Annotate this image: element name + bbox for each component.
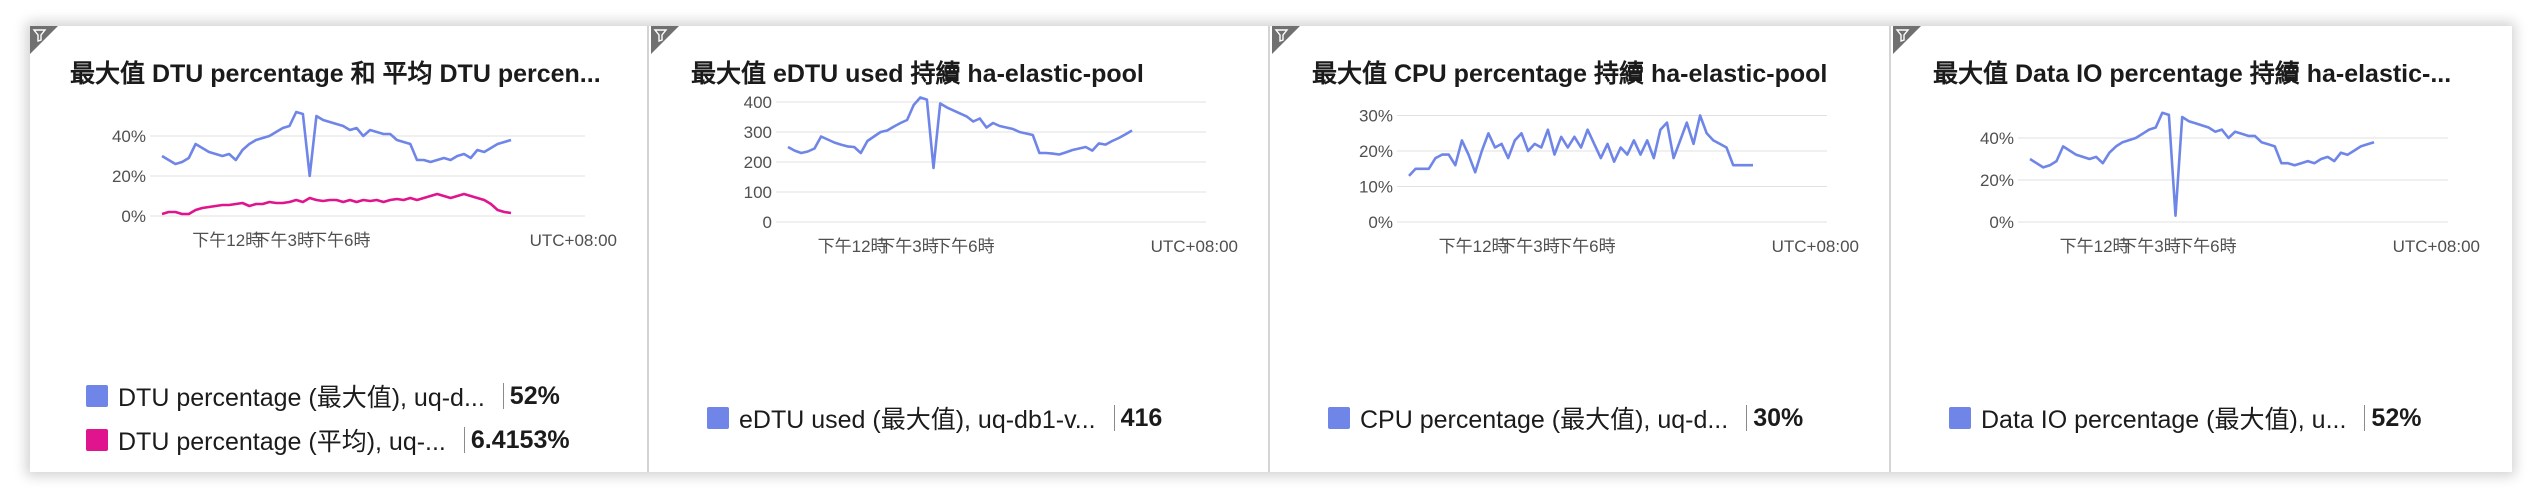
- x-tick-label: 下午3時: [254, 231, 314, 250]
- timezone-label: UTC+08:00: [1772, 237, 1859, 256]
- y-tick-label: 40%: [112, 127, 146, 146]
- legend-swatch: [1328, 407, 1350, 429]
- x-tick-label: 下午6時: [2176, 237, 2236, 256]
- dashboard-tile-strip: 最大值 DTU percentage 和 平均 DTU percen... 0%…: [30, 26, 2512, 472]
- legend-value: 52%: [509, 381, 560, 410]
- legend-item[interactable]: Data IO percentage (最大值), u... 52%: [1949, 396, 2421, 440]
- legend-label: DTU percentage (平均), uq-...: [118, 428, 446, 456]
- line-chart[interactable]: 0% 20% 40% 下午12時下午3時下午6時 UTC+08:00: [1893, 26, 2512, 356]
- legend-label: Data IO percentage (最大值), u...: [1981, 406, 2347, 434]
- y-tick-label: 20%: [112, 167, 146, 186]
- legend-swatch: [86, 429, 108, 451]
- y-tick-label: 0%: [1989, 213, 2014, 232]
- legend-swatch: [707, 407, 729, 429]
- edtu-used-tile[interactable]: 最大值 eDTU used 持續 ha-elastic-pool 0 100 200…: [651, 26, 1270, 472]
- dtu-percentage-tile[interactable]: 最大值 DTU percentage 和 平均 DTU percen... 0%…: [30, 26, 649, 472]
- x-tick-label: 下午3時: [878, 237, 938, 256]
- chart-legend: Data IO percentage (最大值), u... 52%: [1949, 396, 2421, 440]
- legend-value: 6.4153%: [470, 425, 570, 454]
- y-tick-label: 20%: [1980, 171, 2014, 190]
- chart-legend: eDTU used (最大值), uq-db1-v... 416: [707, 396, 1162, 440]
- y-tick-label: 20%: [1359, 142, 1393, 161]
- cpu-percentage-tile[interactable]: 最大值 CPU percentage 持續 ha-elastic-pool 0%…: [1272, 26, 1891, 472]
- legend-divider: [1113, 405, 1115, 431]
- legend-label: eDTU used (最大值), uq-db1-v...: [739, 406, 1096, 434]
- legend-label: CPU percentage (最大值), uq-d...: [1360, 406, 1729, 434]
- legend-swatch: [86, 385, 108, 407]
- y-tick-label: 40%: [1980, 129, 2014, 148]
- y-tick-label: 0%: [1368, 213, 1393, 232]
- series-line[interactable]: [1408, 114, 1753, 177]
- legend-divider: [463, 427, 465, 453]
- y-tick-label: 300: [744, 123, 772, 142]
- timezone-label: UTC+08:00: [2393, 237, 2480, 256]
- x-tick-label: 下午12時: [192, 231, 262, 250]
- series-line[interactable]: [787, 96, 1133, 170]
- legend-value: 416: [1120, 403, 1163, 432]
- y-tick-label: 100: [744, 183, 772, 202]
- y-tick-label: 0%: [121, 207, 146, 226]
- line-chart[interactable]: 0% 20% 40% 下午12時下午3時下午6時 UTC+08:00: [30, 26, 649, 356]
- x-tick-label: 下午3時: [2120, 237, 2180, 256]
- data-io-percentage-tile[interactable]: 最大值 Data IO percentage 持續 ha-elastic-...…: [1893, 26, 2512, 472]
- timezone-label: UTC+08:00: [1151, 237, 1238, 256]
- legend-value: 30%: [1753, 403, 1804, 432]
- x-tick-label: 下午6時: [310, 231, 370, 250]
- legend-swatch: [1949, 407, 1971, 429]
- y-tick-label: 0: [763, 213, 772, 232]
- x-tick-label: 下午3時: [1499, 237, 1559, 256]
- x-tick-label: 下午12時: [1439, 237, 1509, 256]
- series-line[interactable]: [161, 110, 512, 178]
- series-line[interactable]: [161, 192, 512, 216]
- x-tick-label: 下午6時: [1555, 237, 1615, 256]
- legend-divider: [502, 383, 504, 409]
- legend-item[interactable]: DTU percentage (平均), uq-... 6.4153%: [86, 418, 570, 462]
- legend-item[interactable]: DTU percentage (最大值), uq-d... 52%: [86, 374, 570, 418]
- legend-divider: [1746, 405, 1748, 431]
- chart-legend: CPU percentage (最大值), uq-d... 30%: [1328, 396, 1803, 440]
- legend-value: 52%: [2371, 403, 2422, 432]
- y-tick-label: 200: [744, 153, 772, 172]
- legend-label: DTU percentage (最大值), uq-d...: [118, 384, 485, 412]
- x-tick-label: 下午12時: [2060, 237, 2130, 256]
- x-tick-label: 下午6時: [934, 237, 994, 256]
- series-line[interactable]: [2029, 111, 2375, 217]
- legend-divider: [2364, 405, 2366, 431]
- timezone-label: UTC+08:00: [530, 231, 617, 250]
- y-tick-label: 10%: [1359, 178, 1393, 197]
- legend-item[interactable]: CPU percentage (最大值), uq-d... 30%: [1328, 396, 1803, 440]
- y-tick-label: 30%: [1359, 107, 1393, 126]
- x-tick-label: 下午12時: [818, 237, 888, 256]
- y-tick-label: 400: [744, 93, 772, 112]
- legend-item[interactable]: eDTU used (最大值), uq-db1-v... 416: [707, 396, 1162, 440]
- line-chart[interactable]: 0% 10% 20% 30% 下午12時下午3時下午6時 UTC+08:00: [1272, 26, 1891, 356]
- line-chart[interactable]: 0 100 200 300 400 下午12時下午3時下午6時 UTC+08:00: [651, 26, 1270, 356]
- chart-legend: DTU percentage (最大值), uq-d... 52% DTU perc…: [86, 374, 570, 462]
